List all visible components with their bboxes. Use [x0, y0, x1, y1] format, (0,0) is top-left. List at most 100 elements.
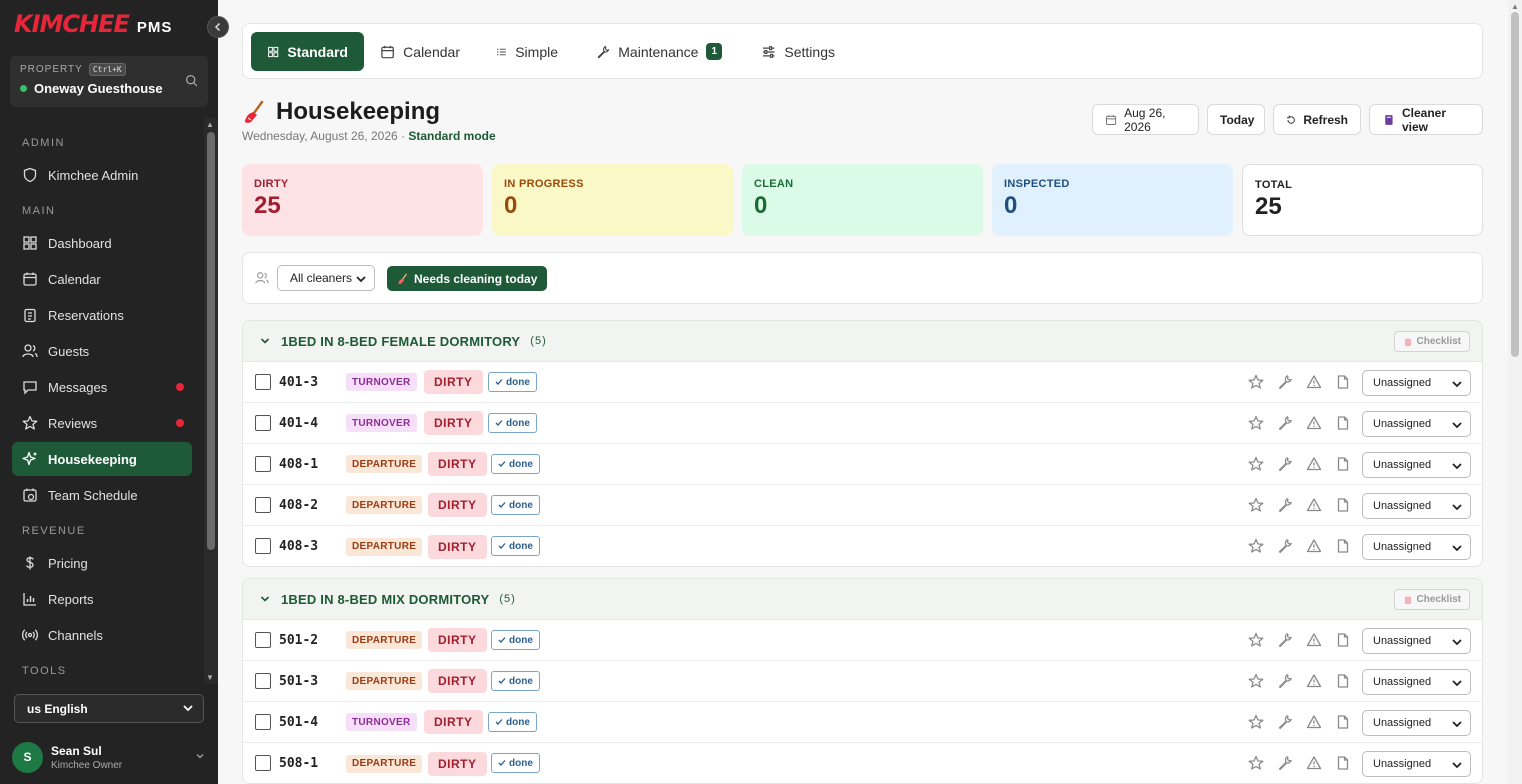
logo[interactable]: KIMCHEE PMS	[14, 10, 172, 38]
note-button[interactable]	[1335, 755, 1351, 776]
priority-button[interactable]	[1248, 538, 1264, 559]
mark-done-button[interactable]: done	[488, 712, 537, 732]
sidebar-item-pricing[interactable]: Pricing	[12, 546, 192, 580]
sidebar-item-reports[interactable]: Reports	[12, 582, 192, 616]
sidebar-item-reviews[interactable]: Reviews	[12, 406, 192, 440]
row-checkbox[interactable]	[255, 456, 271, 472]
property-switcher[interactable]: PROPERTY Ctrl+K Oneway Guesthouse	[10, 56, 208, 107]
mark-done-button[interactable]: done	[488, 413, 537, 433]
scrollbar-thumb[interactable]	[1511, 12, 1519, 357]
needs-cleaning-button[interactable]: Needs cleaning today	[387, 266, 548, 291]
note-button[interactable]	[1335, 673, 1351, 694]
note-button[interactable]	[1335, 456, 1351, 477]
assignee-select[interactable]: Unassigned	[1362, 710, 1471, 736]
row-checkbox[interactable]	[255, 415, 271, 431]
chevron-down-icon[interactable]	[259, 335, 271, 347]
mark-done-button[interactable]: done	[491, 753, 540, 773]
assignee-select[interactable]: Unassigned	[1362, 534, 1471, 560]
status-badge[interactable]: DIRTY	[424, 411, 483, 435]
priority-button[interactable]	[1248, 714, 1264, 735]
maintenance-button[interactable]	[1277, 538, 1293, 559]
assignee-select[interactable]: Unassigned	[1362, 751, 1471, 777]
maintenance-button[interactable]	[1277, 374, 1293, 395]
tab-standard[interactable]: Standard	[251, 32, 364, 71]
tab-calendar[interactable]: Calendar	[364, 32, 476, 71]
assignee-select[interactable]: Unassigned	[1362, 370, 1471, 396]
note-button[interactable]	[1335, 714, 1351, 735]
mark-done-button[interactable]: done	[491, 536, 540, 556]
status-badge[interactable]: DIRTY	[428, 493, 487, 517]
issue-button[interactable]	[1306, 714, 1322, 735]
row-checkbox[interactable]	[255, 673, 271, 689]
sidebar-item-kimchee-admin[interactable]: Kimchee Admin	[12, 158, 192, 192]
tab-settings[interactable]: Settings	[745, 32, 851, 71]
row-checkbox[interactable]	[255, 497, 271, 513]
row-checkbox[interactable]	[255, 538, 271, 554]
assignee-select[interactable]: Unassigned	[1362, 628, 1471, 654]
status-badge[interactable]: DIRTY	[428, 751, 487, 776]
maintenance-button[interactable]	[1277, 714, 1293, 735]
mark-done-button[interactable]: done	[491, 454, 540, 474]
sidebar-item-team-schedule[interactable]: Team Schedule	[12, 478, 192, 512]
status-badge[interactable]: DIRTY	[428, 669, 487, 693]
refresh-button[interactable]: Refresh	[1273, 104, 1361, 135]
note-button[interactable]	[1335, 374, 1351, 395]
cleaner-view-button[interactable]: Cleaner view	[1369, 104, 1483, 135]
issue-button[interactable]	[1306, 497, 1322, 518]
row-checkbox[interactable]	[255, 714, 271, 730]
scroll-up-icon[interactable]: ▲	[206, 120, 214, 129]
note-button[interactable]	[1335, 415, 1351, 436]
assignee-select[interactable]: Unassigned	[1362, 411, 1471, 437]
date-picker-button[interactable]: Aug 26, 2026	[1092, 104, 1199, 135]
cleaner-filter-select[interactable]: All cleaners	[277, 265, 375, 291]
mark-done-button[interactable]: done	[491, 671, 540, 691]
note-button[interactable]	[1335, 497, 1351, 518]
issue-button[interactable]	[1306, 374, 1322, 395]
sidebar-item-dashboard[interactable]: Dashboard	[12, 226, 192, 260]
status-badge[interactable]: DIRTY	[424, 710, 483, 734]
issue-button[interactable]	[1306, 456, 1322, 477]
mark-done-button[interactable]: done	[488, 372, 537, 392]
status-badge[interactable]: DIRTY	[424, 370, 483, 394]
search-icon[interactable]	[185, 74, 198, 87]
priority-button[interactable]	[1248, 415, 1264, 436]
page-scrollbar[interactable]: ▲	[1508, 0, 1522, 784]
group-header[interactable]: 1BED IN 8-BED FEMALE DORMITORY (5) Check…	[243, 321, 1482, 362]
status-badge[interactable]: DIRTY	[428, 452, 487, 476]
priority-button[interactable]	[1248, 755, 1264, 776]
status-badge[interactable]: DIRTY	[428, 628, 487, 652]
sidebar-item-messages[interactable]: Messages	[12, 370, 192, 404]
issue-button[interactable]	[1306, 673, 1322, 694]
issue-button[interactable]	[1306, 632, 1322, 653]
tab-simple[interactable]: Simple	[480, 32, 574, 71]
priority-button[interactable]	[1248, 673, 1264, 694]
priority-button[interactable]	[1248, 456, 1264, 477]
assignee-select[interactable]: Unassigned	[1362, 493, 1471, 519]
sidebar-scrollbar[interactable]: ▲ ▼	[204, 118, 218, 684]
sidebar-item-reservations[interactable]: Reservations	[12, 298, 192, 332]
row-checkbox[interactable]	[255, 374, 271, 390]
mark-done-button[interactable]: done	[491, 630, 540, 650]
language-select[interactable]: us English	[14, 694, 204, 723]
checklist-button[interactable]: Checklist	[1393, 331, 1470, 352]
issue-button[interactable]	[1306, 755, 1322, 776]
issue-button[interactable]	[1306, 538, 1322, 559]
maintenance-button[interactable]	[1277, 415, 1293, 436]
row-checkbox[interactable]	[255, 632, 271, 648]
priority-button[interactable]	[1248, 632, 1264, 653]
priority-button[interactable]	[1248, 497, 1264, 518]
tab-maintenance[interactable]: Maintenance 1	[580, 32, 738, 71]
scroll-up-icon[interactable]: ▲	[1511, 2, 1519, 11]
note-button[interactable]	[1335, 538, 1351, 559]
sidebar-collapse-button[interactable]	[207, 16, 229, 38]
scroll-down-icon[interactable]: ▼	[206, 673, 214, 682]
maintenance-button[interactable]	[1277, 755, 1293, 776]
sidebar-item-guests[interactable]: Guests	[12, 334, 192, 368]
row-checkbox[interactable]	[255, 755, 271, 771]
user-menu[interactable]: S Sean Sul Kimchee Owner	[12, 740, 208, 774]
group-header[interactable]: 1BED IN 8-BED MIX DORMITORY (5) Checklis…	[243, 579, 1482, 620]
issue-button[interactable]	[1306, 415, 1322, 436]
priority-button[interactable]	[1248, 374, 1264, 395]
maintenance-button[interactable]	[1277, 456, 1293, 477]
maintenance-button[interactable]	[1277, 497, 1293, 518]
